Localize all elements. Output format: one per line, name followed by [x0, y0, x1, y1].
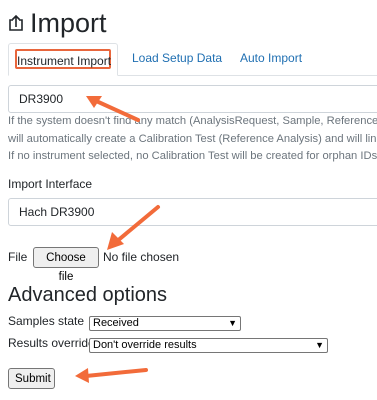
file-label: File [8, 250, 28, 264]
submit-button[interactable]: Submit [8, 368, 55, 389]
chevron-down-icon: ▼ [228, 318, 237, 328]
chevron-down-icon: ▼ [315, 340, 324, 350]
file-status: No file chosen [103, 250, 180, 264]
choose-file-button[interactable]: Choose file [33, 247, 99, 283]
help-line: will automatically create a Calibration … [8, 132, 377, 145]
tab-instrument-import[interactable]: Instrument Import [8, 43, 118, 76]
results-override-value: Don't override results [93, 339, 197, 351]
page-title: Import [30, 8, 107, 38]
page-header: Import [8, 6, 107, 40]
tab-bar: Instrument Import Load Setup Data Auto I… [8, 43, 377, 76]
samples-state-select[interactable]: Received ▼ [89, 316, 241, 331]
help-line: If the system doesn't find any match (An… [8, 115, 377, 127]
import-icon [8, 14, 24, 32]
advanced-options-title: Advanced options [8, 284, 168, 306]
results-override-select[interactable]: Don't override results ▼ [89, 338, 328, 353]
import-interface-label: Import Interface [8, 177, 93, 191]
tab-load-setup-data[interactable]: Load Setup Data [125, 43, 229, 74]
instrument-select[interactable]: DR3900 [8, 85, 377, 113]
tab-instrument-import-label: Instrument Import [15, 49, 111, 69]
annotation-arrow-icon [75, 368, 148, 383]
help-line: If no instrument selected, no Calibratio… [8, 150, 377, 162]
samples-state-label: Samples state [8, 314, 85, 328]
import-interface-select[interactable]: Hach DR3900 [8, 198, 377, 226]
tab-auto-import[interactable]: Auto Import [233, 43, 309, 74]
samples-state-value: Received [93, 317, 139, 329]
instrument-help-text: If the system doesn't find any match (An… [8, 113, 377, 166]
results-override-label: Results override [8, 336, 95, 350]
